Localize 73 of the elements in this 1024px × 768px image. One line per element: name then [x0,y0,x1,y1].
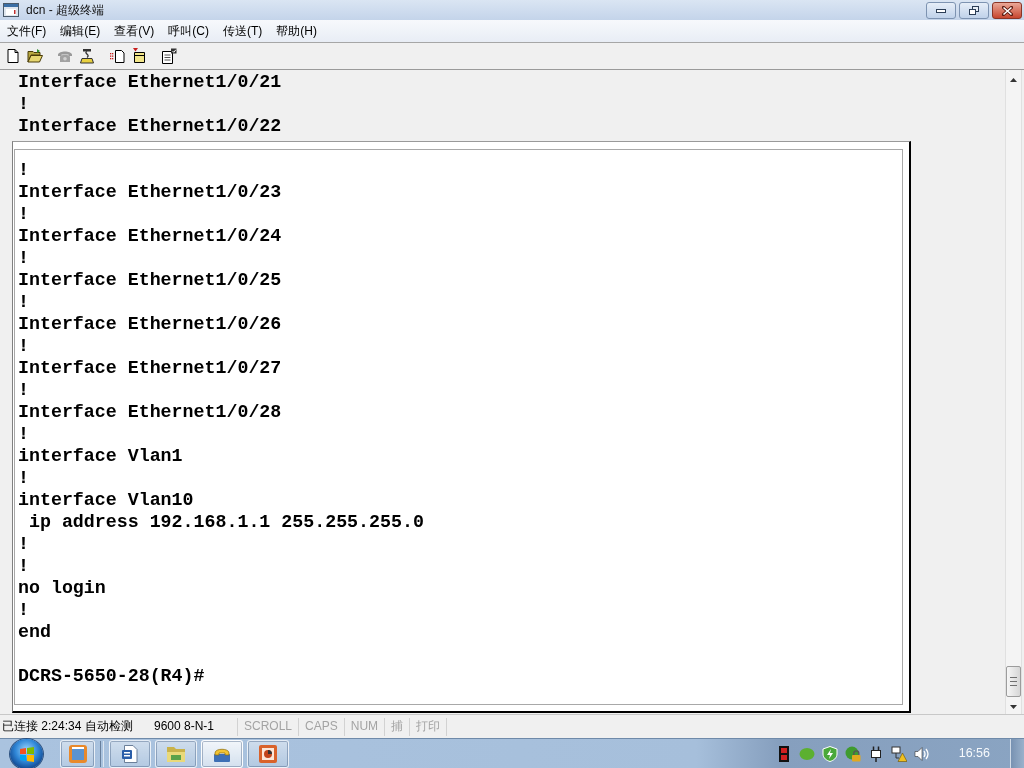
menu-item[interactable]: 编辑(E) [53,20,108,42]
terminal-line: Interface Ethernet1/0/26 [18,313,282,335]
pie-chart-slide-icon [258,743,278,764]
speaker-icon[interactable] [913,745,930,762]
status-indicator: 打印 [416,719,441,734]
restore-button[interactable] [959,2,989,19]
terminal-line: ip address 192.168.1.1 255.255.255.0 [27,511,424,533]
start-button[interactable] [10,738,43,768]
terminal-line: ! [18,93,29,115]
minimize-icon [936,8,946,13]
terminal-line: interface Vlan1 [18,445,183,467]
app-window-icon [67,743,88,764]
arrow-folder-icon[interactable] [131,48,147,64]
minimize-button[interactable] [926,2,956,19]
globe-lock-icon[interactable] [844,745,861,762]
taskbar-button[interactable] [60,739,95,768]
terminal-line: Interface Ethernet1/0/28 [18,401,282,423]
terminal-line: ! [18,335,29,357]
shield-icon[interactable] [821,745,838,762]
restore-icon [969,6,979,15]
terminal-line: Interface Ethernet1/0/25 [18,269,282,291]
terminal-line: ! [18,555,29,577]
window-title: dcn - 超级终端 [26,2,104,18]
terminal-line: Interface Ethernet1/0/23 [18,181,282,203]
status-indicator: 捕 [391,719,404,734]
terminal-line: ! [18,159,29,181]
network-warning-icon[interactable] [890,745,907,762]
taskbar-button[interactable] [155,739,197,768]
terminal-line: no login [18,577,106,599]
blank-page-icon[interactable] [5,48,21,64]
terminal-line: ! [18,291,29,313]
terminal-line: Interface Ethernet1/0/27 [18,357,282,379]
terminal-line: Interface Ethernet1/0/22 [18,115,282,137]
scrollbar[interactable] [1005,70,1022,714]
window-icon [3,3,19,17]
close-icon [1001,5,1013,16]
command-prompt: DCRS-5650-28(R4)# [18,665,205,687]
dotted-page-icon[interactable] [109,48,125,64]
down-arrow-icon[interactable] [1010,705,1017,709]
terminal-line: ! [18,379,29,401]
terminal-line: ! [18,467,29,489]
terminal-line: interface Vlan10 [18,489,194,511]
handset-icon[interactable] [79,48,95,64]
terminal-line: ! [18,203,29,225]
terminal-line: ! [18,533,29,555]
terminal-line: ! [18,247,29,269]
taskbar-button[interactable] [247,739,289,768]
menu-item[interactable]: 帮助(H) [269,20,324,42]
up-arrow-icon[interactable] [1010,78,1017,82]
document-list-icon[interactable] [161,48,177,64]
scrollbar-thumb[interactable] [1006,666,1021,697]
taskbar-button[interactable] [109,739,151,768]
status-indicator: SCROLL [244,719,293,734]
menu-item[interactable]: 传送(T) [216,20,270,42]
show-desktop-button[interactable] [1010,738,1024,768]
menu-item[interactable]: 查看(V) [107,20,162,42]
port-settings: 9600 8-N-1 [154,719,215,734]
terminal-line: ! [18,599,29,621]
menu-item[interactable]: 文件(F) [0,20,54,42]
terminal-line: end [18,621,51,643]
terminal-line: ! [18,423,29,445]
close-button[interactable] [992,2,1022,19]
open-folder-icon[interactable] [27,48,43,64]
taskbar-button[interactable] [201,739,243,768]
document-icon [120,743,140,764]
terminal-line: Interface Ethernet1/0/24 [18,225,282,247]
dot-icon[interactable] [798,745,815,762]
flag-icon [18,745,35,762]
status-indicator: CAPS [305,719,338,734]
terminal-line: Interface Ethernet1/0/21 [18,71,282,93]
connection-status: 已连接 2:24:34 自动检测 [2,719,133,734]
status-indicator: NUM [350,719,379,734]
menu-item[interactable]: 呼叫(C) [161,20,216,42]
